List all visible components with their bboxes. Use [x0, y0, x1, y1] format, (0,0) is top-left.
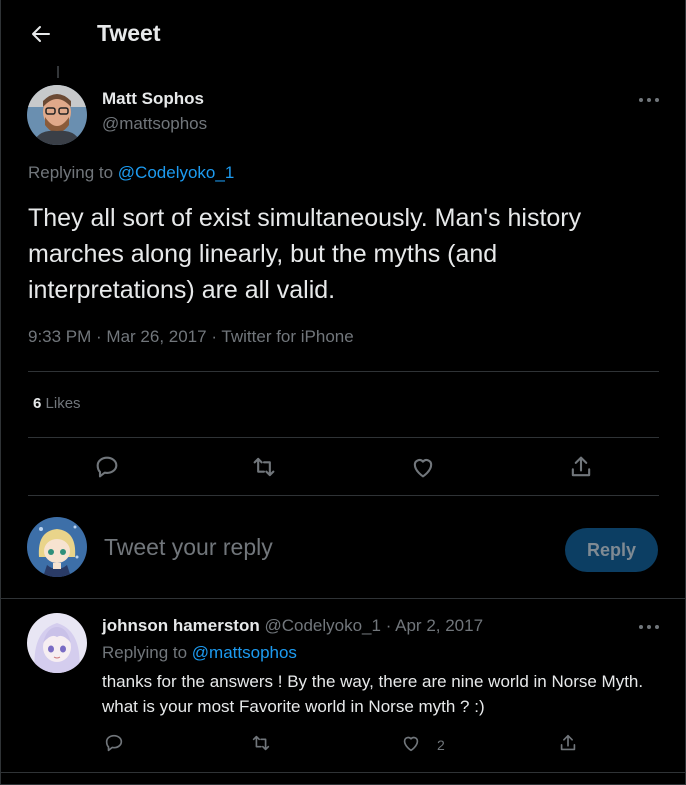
- replying-to-link[interactable]: @Codelyoko_1: [118, 163, 235, 182]
- divider: [28, 371, 659, 372]
- header: Tweet: [1, 0, 686, 70]
- reply-retweet-icon[interactable]: [250, 732, 272, 754]
- replying-to: Replying to @Codelyoko_1: [28, 163, 234, 183]
- reply-button[interactable]: Reply: [565, 528, 658, 572]
- tweet-date[interactable]: Mar 26, 2017: [106, 327, 206, 346]
- reply-replying-to-link[interactable]: @mattsophos: [192, 643, 297, 662]
- reply-author-name[interactable]: johnson hamerston: [102, 616, 260, 635]
- divider: [28, 495, 659, 496]
- tweet-meta: 9:33 PM · Mar 26, 2017 · Twitter for iPh…: [28, 327, 354, 346]
- share-icon[interactable]: [567, 453, 595, 481]
- divider: [28, 437, 659, 438]
- reply-reply-icon[interactable]: [103, 732, 125, 754]
- author-avatar[interactable]: [27, 85, 87, 145]
- tweet-detail-panel: Tweet Matt Sophos @mattsophos Replying t…: [0, 0, 686, 785]
- arrow-left-icon[interactable]: [29, 22, 53, 46]
- tweet-time[interactable]: 9:33 PM: [28, 327, 91, 346]
- author-name[interactable]: Matt Sophos: [102, 89, 204, 109]
- reply-text: thanks for the answers ! By the way, the…: [102, 672, 644, 716]
- likes-label: Likes: [45, 395, 81, 412]
- reply-author-handle[interactable]: @Codelyoko_1: [264, 616, 381, 635]
- divider: [1, 772, 686, 773]
- tweet-source[interactable]: Twitter for iPhone: [221, 327, 353, 346]
- reply-like-count: 2: [437, 737, 445, 753]
- reply-author-line: johnson hamerston @Codelyoko_1 · Apr 2, …: [102, 616, 484, 635]
- retweet-icon[interactable]: [250, 453, 278, 481]
- divider: [1, 598, 686, 599]
- author-handle[interactable]: @mattsophos: [102, 114, 207, 134]
- reply-like-icon[interactable]: [400, 732, 422, 754]
- reply-share-icon[interactable]: [557, 732, 579, 754]
- user-avatar[interactable]: [27, 517, 87, 577]
- thread-line: [57, 66, 59, 78]
- reply-replying-prefix: Replying to: [102, 643, 188, 662]
- reply-author-avatar[interactable]: [27, 613, 87, 673]
- like-icon[interactable]: [409, 453, 437, 481]
- more-options-icon[interactable]: [637, 95, 661, 105]
- reply-icon[interactable]: [93, 453, 121, 481]
- page-title: Tweet: [97, 20, 161, 46]
- replying-prefix: Replying to: [28, 163, 114, 182]
- reply-more-options-icon[interactable]: [637, 622, 661, 632]
- likes-count: 6: [33, 395, 42, 412]
- tweet-text: They all sort of exist simultaneously. M…: [28, 204, 582, 304]
- reply-date[interactable]: Apr 2, 2017: [395, 616, 483, 635]
- likes-stat[interactable]: 6 Likes: [33, 395, 81, 412]
- reply-input[interactable]: Tweet your reply: [104, 534, 273, 561]
- reply-replying-to: Replying to @mattsophos: [102, 643, 297, 663]
